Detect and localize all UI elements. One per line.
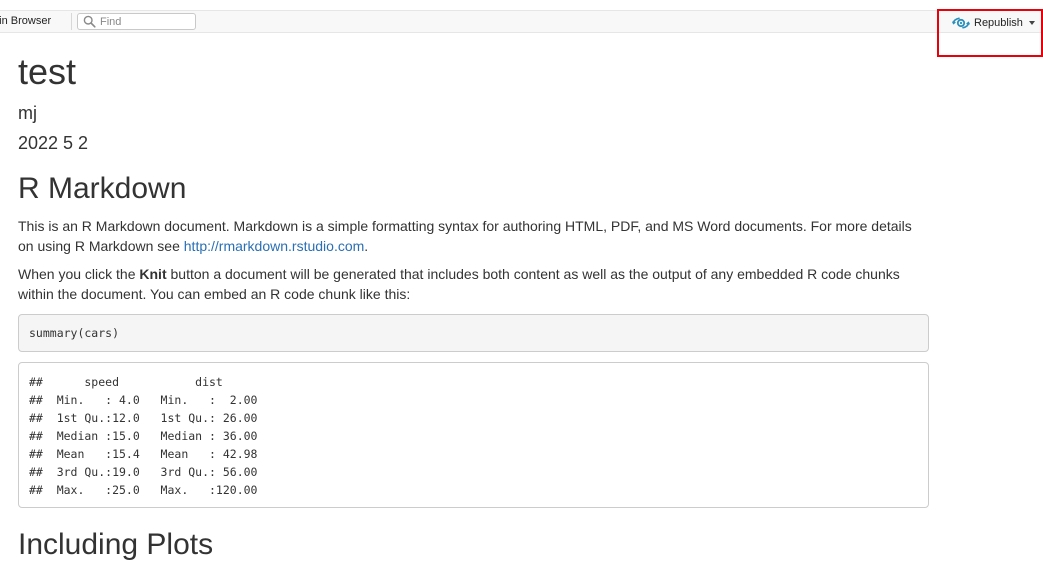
knit-bold: Knit — [139, 266, 167, 282]
r-output-chunk: ## speed dist ## Min. : 4.0 Min. : 2.00 … — [18, 362, 929, 508]
caret-down-icon[interactable] — [1029, 21, 1035, 25]
document-body: test mj 2022 5 2 R Markdown This is an R… — [18, 50, 929, 564]
toolbar-divider — [71, 13, 72, 30]
rmarkdown-link[interactable]: http://rmarkdown.rstudio.com — [184, 238, 365, 254]
page-title: test — [18, 51, 77, 92]
viewer-toolbar: n in Browser Republish — [0, 10, 1043, 33]
output-line: ## Min. : 4.0 Min. : 2.00 — [29, 393, 272, 407]
document-author: mj — [18, 103, 37, 123]
output-line: ## speed dist — [29, 375, 272, 389]
intro-paragraph: This is an R Markdown document. Markdown… — [18, 216, 929, 256]
republish-label: Republish — [974, 17, 1023, 29]
intro-text: This is an R Markdown document. Markdown… — [18, 218, 912, 254]
rpubs-publish-icon — [952, 17, 970, 29]
output-line: ## 3rd Qu.:19.0 3rd Qu.: 56.00 — [29, 465, 272, 479]
section-heading-r-markdown: R Markdown — [18, 172, 187, 205]
search-icon — [83, 15, 96, 28]
intro-end: . — [364, 238, 369, 254]
r-code-chunk: summary(cars) — [18, 314, 929, 352]
section-heading-including-plots: Including Plots — [18, 528, 214, 561]
find-box[interactable] — [77, 13, 196, 30]
find-input[interactable] — [100, 14, 192, 29]
output-line: ## Median :15.0 Median : 36.00 — [29, 429, 272, 443]
output-line: ## 1st Qu.:12.0 1st Qu.: 26.00 — [29, 411, 272, 425]
output-line: ## Max. :25.0 Max. :120.00 — [29, 483, 272, 497]
knit-paragraph: When you click the Knit button a documen… — [18, 264, 929, 304]
code-line: summary(cars) — [29, 326, 120, 340]
knit-text-before: When you click the — [18, 266, 140, 282]
open-in-browser-button[interactable]: n in Browser — [0, 15, 51, 27]
document-date: 2022 5 2 — [18, 133, 89, 153]
republish-button[interactable]: Republish — [952, 14, 1023, 32]
output-line: ## Mean :15.4 Mean : 42.98 — [29, 447, 272, 461]
